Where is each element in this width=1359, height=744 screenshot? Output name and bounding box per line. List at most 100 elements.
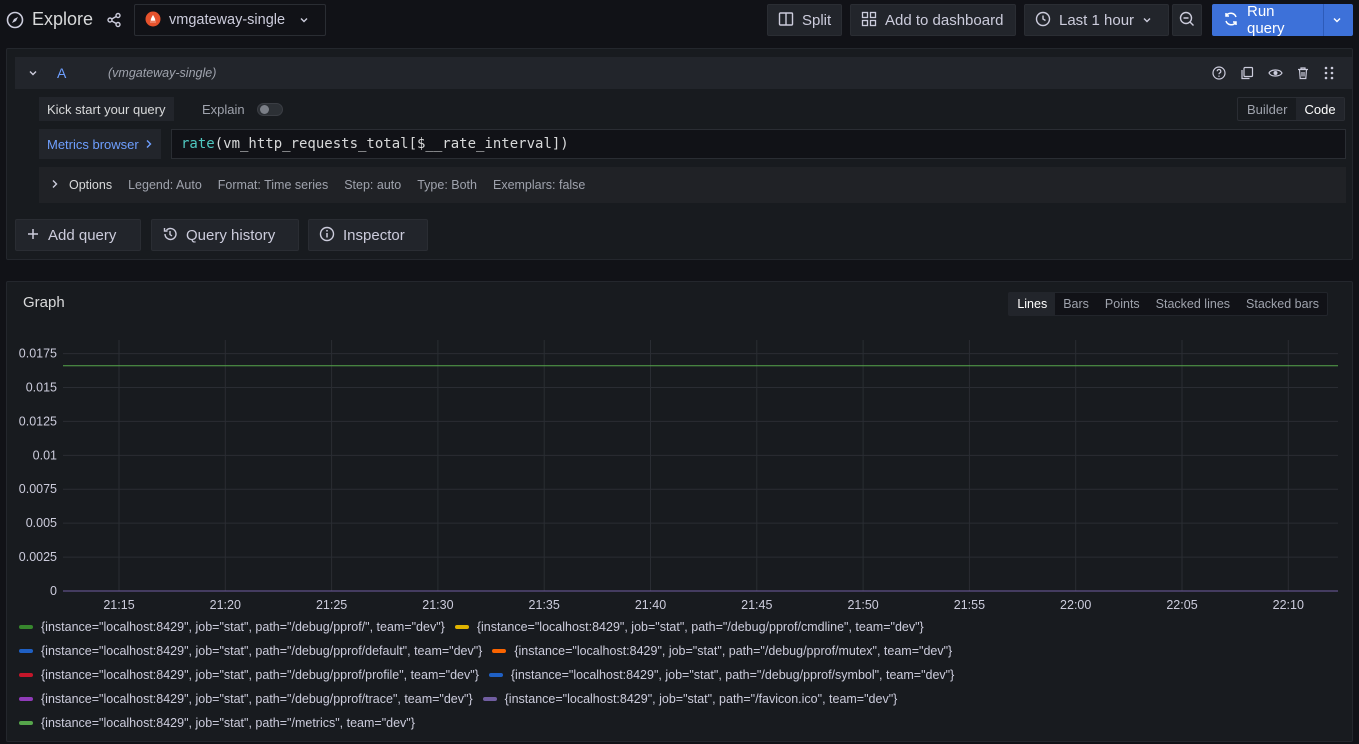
apps-icon <box>861 11 877 30</box>
clock-icon <box>1035 11 1051 30</box>
legend-swatch <box>19 625 33 629</box>
metrics-browser-button[interactable]: Metrics browser <box>39 129 161 159</box>
mode-stacked-lines[interactable]: Stacked lines <box>1148 293 1238 315</box>
time-range-picker[interactable]: Last 1 hour <box>1024 4 1169 36</box>
run-query-button[interactable]: Run query <box>1212 3 1353 37</box>
add-to-dashboard-label: Add to dashboard <box>885 11 1004 29</box>
query-code-input[interactable]: rate (vm_http_requests_total[$__rate_int… <box>171 129 1346 159</box>
datasource-picker[interactable]: vmgateway-single <box>134 4 326 36</box>
mode-lines[interactable]: Lines <box>1009 293 1056 315</box>
graph-mode-switch: Lines Bars Points Stacked lines Stacked … <box>1008 292 1328 316</box>
legend-item[interactable]: {instance="localhost:8429", job="stat", … <box>488 668 955 682</box>
x-tick-label: 21:35 <box>529 598 560 612</box>
legend-item[interactable]: {instance="localhost:8429", job="stat", … <box>492 644 952 658</box>
query-function: rate <box>181 136 215 152</box>
legend-label: {instance="localhost:8429", job="stat", … <box>41 644 483 658</box>
chevron-down-icon[interactable] <box>1332 12 1342 28</box>
legend-item[interactable]: {instance="localhost:8429", job="stat", … <box>454 620 924 634</box>
legend-item[interactable]: {instance="localhost:8429", job="stat", … <box>19 620 445 634</box>
legend-item[interactable]: {instance="localhost:8429", job="stat", … <box>19 668 479 682</box>
copy-icon[interactable] <box>1239 65 1255 81</box>
y-tick-label: 0.015 <box>26 380 57 394</box>
top-bar: Explore vmgateway-single Split Add to da… <box>0 0 1359 42</box>
columns-icon <box>778 11 794 30</box>
zoom-out-icon <box>1179 11 1195 30</box>
builder-mode-button[interactable]: Builder <box>1238 102 1296 117</box>
code-mode-button[interactable]: Code <box>1296 98 1344 120</box>
x-tick-label: 21:50 <box>847 598 878 612</box>
inspector-button[interactable]: Inspector <box>308 219 428 251</box>
explain-toggle[interactable] <box>256 102 283 116</box>
query-expression: (vm_http_requests_total[$__rate_interval… <box>214 136 569 152</box>
legend-item[interactable]: {instance="localhost:8429", job="stat", … <box>19 716 415 730</box>
legend-item[interactable]: {instance="localhost:8429", job="stat", … <box>19 644 482 658</box>
legend-label: {instance="localhost:8429", job="stat", … <box>476 620 924 634</box>
option-format: Format: Time series <box>217 178 329 192</box>
chevron-right-icon <box>145 137 153 152</box>
query-history-label: Query history <box>186 226 276 244</box>
collapse-chevron-icon[interactable] <box>25 65 41 81</box>
plus-icon <box>26 227 40 244</box>
query-options-row[interactable]: Options Legend: Auto Format: Time series… <box>39 167 1346 203</box>
trash-icon[interactable] <box>1295 65 1311 81</box>
eye-icon[interactable] <box>1267 65 1283 81</box>
option-type: Type: Both <box>417 178 477 192</box>
datasource-name: vmgateway-single <box>169 12 286 28</box>
legend-swatch <box>492 649 507 653</box>
sync-icon <box>1223 11 1239 30</box>
mode-stacked-bars[interactable]: Stacked bars <box>1238 293 1327 315</box>
legend-row: {instance="localhost:8429", job="stat", … <box>19 716 425 730</box>
legend-swatch <box>19 721 33 725</box>
x-tick-label: 21:25 <box>316 598 347 612</box>
add-query-button[interactable]: Add query <box>15 219 141 251</box>
y-tick-label: 0.01 <box>33 448 57 462</box>
legend-label: {instance="localhost:8429", job="stat", … <box>510 668 955 682</box>
x-tick-label: 22:05 <box>1166 598 1197 612</box>
legend-swatch <box>482 697 497 701</box>
legend-swatch <box>19 697 33 701</box>
zoom-out-button[interactable] <box>1172 4 1202 36</box>
query-editor-panel: A (vmgateway-single) Kick start your que… <box>6 48 1353 260</box>
query-history-button[interactable]: Query history <box>151 219 299 251</box>
mode-points[interactable]: Points <box>1097 293 1148 315</box>
metrics-browser-label: Metrics browser <box>47 136 139 152</box>
legend-swatch <box>488 673 503 677</box>
legend-item[interactable]: {instance="localhost:8429", job="stat", … <box>482 692 898 706</box>
legend-item[interactable]: {instance="localhost:8429", job="stat", … <box>19 692 473 706</box>
option-legend: Legend: Auto <box>128 178 202 192</box>
help-icon[interactable] <box>1211 65 1227 81</box>
legend-row: {instance="localhost:8429", job="stat", … <box>19 668 964 682</box>
chevron-right-icon <box>51 178 59 192</box>
kick-start-button[interactable]: Kick start your query <box>39 97 174 121</box>
editor-mode-switch: Builder Code <box>1237 97 1345 121</box>
legend-label: {instance="localhost:8429", job="stat", … <box>504 692 898 706</box>
legend-label: {instance="localhost:8429", job="stat", … <box>41 668 479 682</box>
legend-swatch <box>454 625 469 629</box>
share-icon[interactable] <box>106 12 122 28</box>
option-exemplars: Exemplars: false <box>492 178 586 192</box>
legend-row: {instance="localhost:8429", job="stat", … <box>19 692 907 706</box>
y-tick-label: 0.0025 <box>19 550 57 564</box>
query-ref-id[interactable]: A <box>57 61 66 85</box>
chevron-down-icon <box>1142 12 1152 28</box>
x-tick-label: 21:45 <box>741 598 772 612</box>
run-query-label: Run query <box>1247 3 1285 37</box>
split-label: Split <box>802 11 832 29</box>
mode-bars[interactable]: Bars <box>1055 293 1097 315</box>
x-tick-label: 21:30 <box>422 598 453 612</box>
y-tick-label: 0.0175 <box>19 347 57 361</box>
y-tick-label: 0.0125 <box>19 414 57 428</box>
time-series-chart[interactable]: 0.0175 0.015 0.0125 0.01 0.0075 0.005 0.0025 0 2… <box>7 332 1352 662</box>
query-row-header: A (vmgateway-single) <box>15 57 1352 89</box>
time-range-label: Last 1 hour <box>1059 11 1135 29</box>
legend-swatch <box>19 649 33 653</box>
add-to-dashboard-button[interactable]: Add to dashboard <box>850 4 1016 36</box>
legend-row: {instance="localhost:8429", job="stat", … <box>19 644 962 658</box>
history-icon <box>162 226 178 245</box>
legend-label: {instance="localhost:8429", job="stat", … <box>41 620 445 634</box>
drag-handle-icon[interactable] <box>1321 65 1337 81</box>
split-button[interactable]: Split <box>767 4 842 36</box>
graph-panel: Graph Lines Bars Points Stacked lines St… <box>6 281 1353 742</box>
kick-start-label: Kick start your query <box>47 101 166 117</box>
y-tick-label: 0 <box>50 584 57 598</box>
